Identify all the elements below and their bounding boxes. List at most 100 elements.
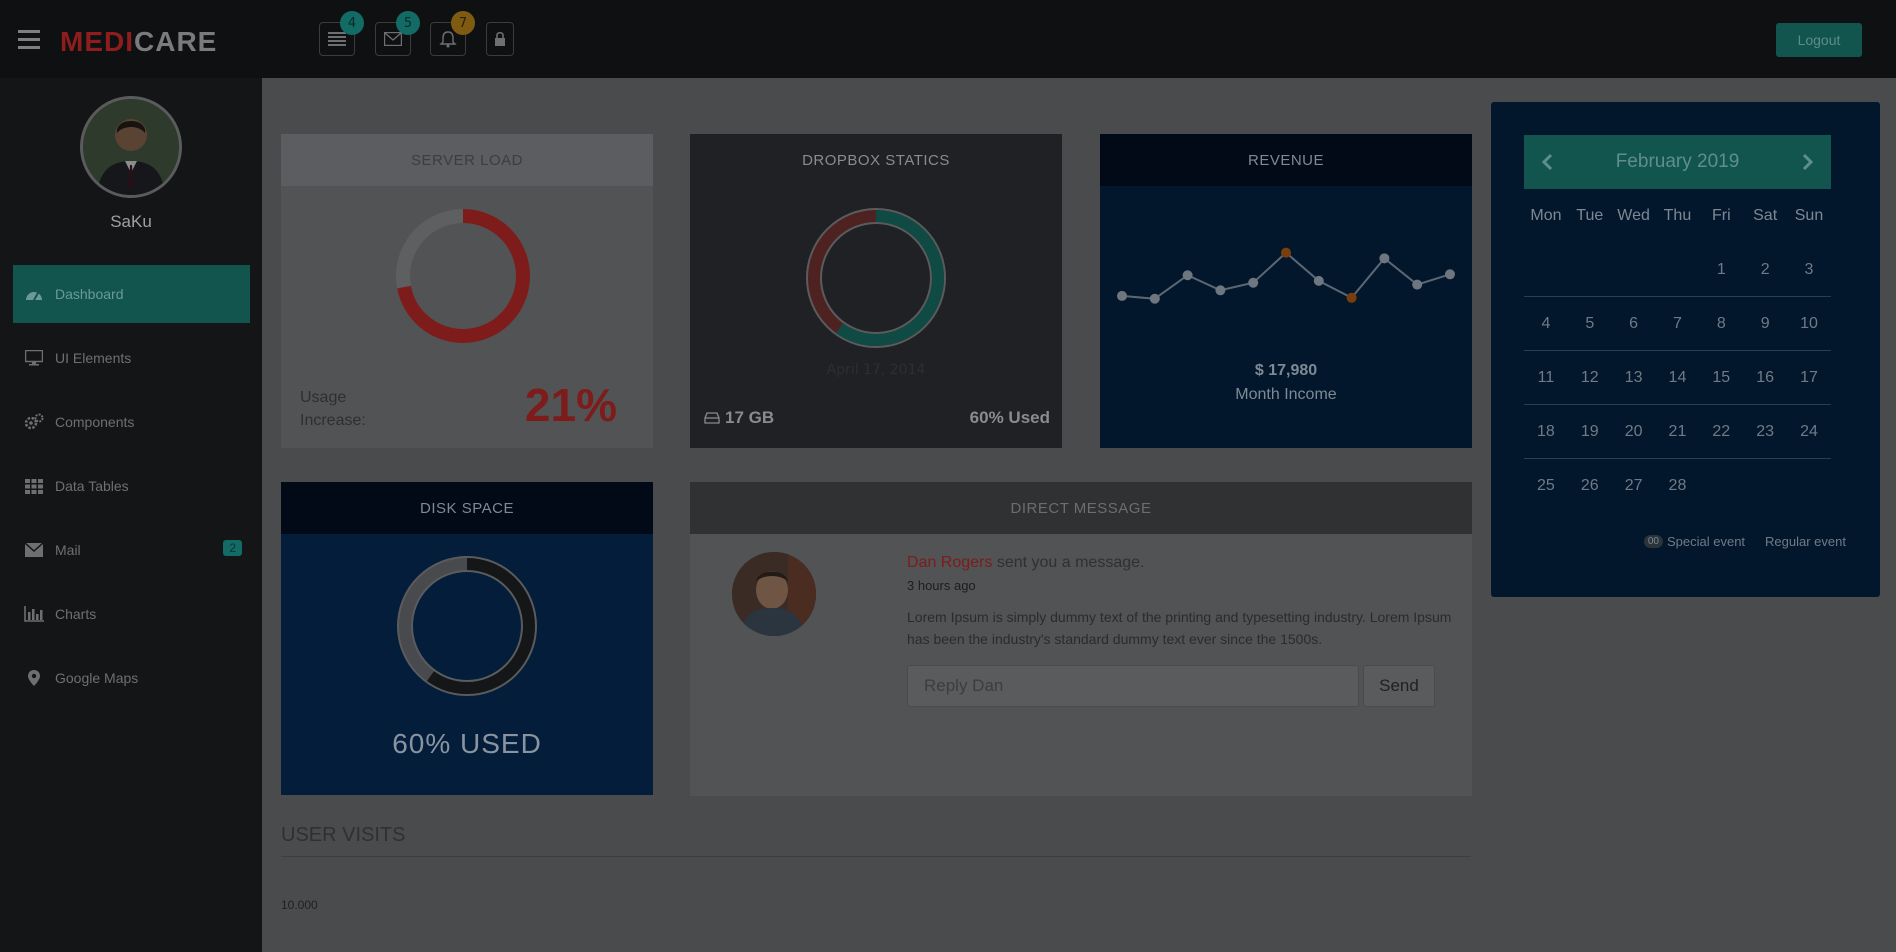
calendar-day[interactable]: 11 (1524, 369, 1568, 387)
calendar-day[interactable]: 27 (1612, 477, 1656, 495)
lock-icon (495, 31, 505, 46)
dropbox-date: April 17, 2014 (826, 362, 926, 378)
calendar-day[interactable]: 18 (1524, 423, 1568, 441)
calendar-day[interactable]: 2 (1743, 261, 1787, 279)
revenue-sparkline-point[interactable] (1182, 270, 1193, 281)
user-avatar[interactable] (80, 96, 182, 198)
logout-button[interactable]: Logout (1776, 23, 1862, 57)
weekday-label: Wed (1617, 207, 1650, 224)
calendar-week: 1 2 3 (1524, 243, 1831, 297)
top-navbar: MEDICARE 4 5 7 Logout (0, 0, 1896, 78)
calendar-day[interactable]: 26 (1568, 477, 1612, 495)
envelope-icon (23, 541, 45, 559)
revenue-value: $ 17,980 (1254, 362, 1318, 379)
chevron-right-icon (1802, 153, 1814, 171)
sidebar-nav: Dashboard UI Elements Components Data Ta… (13, 265, 250, 713)
sidebar-item-ui-elements[interactable]: UI Elements (13, 329, 250, 387)
calendar-day[interactable]: 1 (1699, 261, 1743, 279)
sidebar-item-mail[interactable]: Mail 2 (13, 521, 250, 579)
calendar-weekday-row: Mon Tue Wed Thu Fri Sat Sun (1524, 189, 1831, 243)
revenue-label: Month Income (1235, 386, 1337, 403)
server-load-donut (396, 209, 530, 343)
calendar-day[interactable]: 9 (1743, 315, 1787, 333)
revenue-sparkline-path (1121, 251, 1451, 300)
calendar-panel: February 2019 Mon Tue Wed Thu Fri Sat Su… (1491, 102, 1880, 597)
message-headline-text: sent you a message. (992, 554, 1145, 571)
brand-logo[interactable]: MEDICARE (60, 26, 217, 58)
revenue-sparkline-point[interactable] (1313, 275, 1324, 286)
calendar-grid: Mon Tue Wed Thu Fri Sat Sun 1 2 3 4 5 6 … (1524, 189, 1831, 513)
gears-icon (23, 413, 45, 431)
sidebar-item-dashboard[interactable]: Dashboard (13, 265, 250, 323)
disk-used-text: 60% USED (392, 728, 542, 759)
revenue-sparkline (1117, 247, 1455, 304)
calendar-day[interactable]: 21 (1656, 423, 1700, 441)
brand-logo-part1: MEDI (60, 26, 134, 57)
send-button[interactable]: Send (1363, 665, 1435, 707)
revenue-sparkline-point[interactable] (1281, 247, 1291, 258)
revenue-sparkline-point[interactable] (1379, 253, 1390, 264)
usage-label: Usage Increase: (300, 389, 366, 429)
revenue-sparkline-point[interactable] (1117, 290, 1127, 301)
calendar-day[interactable]: 8 (1699, 315, 1743, 333)
list-icon-button[interactable]: 4 (319, 11, 364, 56)
weekday-label: Sun (1794, 207, 1824, 224)
dropbox-size-value: 17 GB (725, 408, 775, 427)
calendar-day[interactable]: 7 (1656, 315, 1700, 333)
calendar-day[interactable]: 6 (1612, 315, 1656, 333)
sidebar-item-data-tables[interactable]: Data Tables (13, 457, 250, 515)
lock-button[interactable] (486, 22, 514, 56)
sender-name-link[interactable]: Dan Rogers (907, 554, 992, 571)
weekday-label: Sat (1753, 207, 1778, 224)
dropbox-size: 17 GB (704, 408, 774, 428)
revenue-sparkline-point[interactable] (1445, 269, 1455, 280)
calendar-day[interactable]: 12 (1568, 369, 1612, 387)
calendar-day[interactable]: 25 (1524, 477, 1568, 495)
dashboard-icon (23, 285, 45, 303)
hamburger-menu-icon[interactable] (18, 30, 40, 49)
next-month-button[interactable] (1799, 151, 1817, 173)
calendar-day[interactable]: 4 (1524, 315, 1568, 333)
calendar-day[interactable]: 3 (1787, 261, 1831, 279)
revenue-sparkline-point[interactable] (1215, 285, 1226, 296)
weekday-label: Thu (1663, 207, 1692, 224)
revenue-sparkline-point[interactable] (1346, 292, 1357, 303)
prev-month-button[interactable] (1538, 151, 1556, 173)
avatar-image (83, 99, 179, 195)
calendar-day[interactable]: 15 (1699, 369, 1743, 387)
weekday-label: Mon (1530, 207, 1562, 224)
sidebar-item-label: Data Tables (55, 478, 129, 494)
calendar-day[interactable]: 10 (1787, 315, 1831, 333)
dropbox-card: DROPBOX STATICS April 17, 2014 17 GB 60%… (690, 134, 1062, 448)
sender-avatar[interactable] (732, 552, 816, 636)
messages-button[interactable]: 5 (375, 11, 420, 56)
calendar-day[interactable]: 20 (1612, 423, 1656, 441)
revenue-sparkline-point[interactable] (1248, 277, 1259, 288)
calendar-day[interactable]: 23 (1743, 423, 1787, 441)
revenue-sparkline-point[interactable] (1412, 279, 1423, 290)
grid-icon (23, 477, 45, 495)
sidebar-item-label: UI Elements (55, 350, 132, 366)
bell-icon (439, 31, 457, 48)
calendar-day[interactable]: 22 (1699, 423, 1743, 441)
revenue-sparkline-point[interactable] (1149, 293, 1160, 304)
server-load-card: SERVER LOAD Usage Increase: 21% (281, 134, 653, 448)
revenue-card: REVENUE $ 17,980 Month Income (1100, 134, 1472, 448)
user-name: SaKu (110, 212, 152, 231)
calendar-day[interactable]: 5 (1568, 315, 1612, 333)
calendar-day[interactable]: 19 (1568, 423, 1612, 441)
notification-badge: 4 (340, 11, 364, 35)
chevron-left-icon (1541, 153, 1553, 171)
hard-drive-icon (704, 412, 720, 424)
reply-input[interactable] (907, 665, 1359, 707)
sidebar-item-components[interactable]: Components (13, 393, 250, 451)
calendar-day[interactable]: 13 (1612, 369, 1656, 387)
calendar-day[interactable]: 14 (1656, 369, 1700, 387)
calendar-day[interactable]: 17 (1787, 369, 1831, 387)
sidebar-item-google-maps[interactable]: Google Maps (13, 649, 250, 707)
calendar-day[interactable]: 16 (1743, 369, 1787, 387)
calendar-day[interactable]: 28 (1656, 477, 1700, 495)
notifications-button[interactable]: 7 (430, 11, 475, 56)
calendar-day[interactable]: 24 (1787, 423, 1831, 441)
sidebar-item-charts[interactable]: Charts (13, 585, 250, 643)
